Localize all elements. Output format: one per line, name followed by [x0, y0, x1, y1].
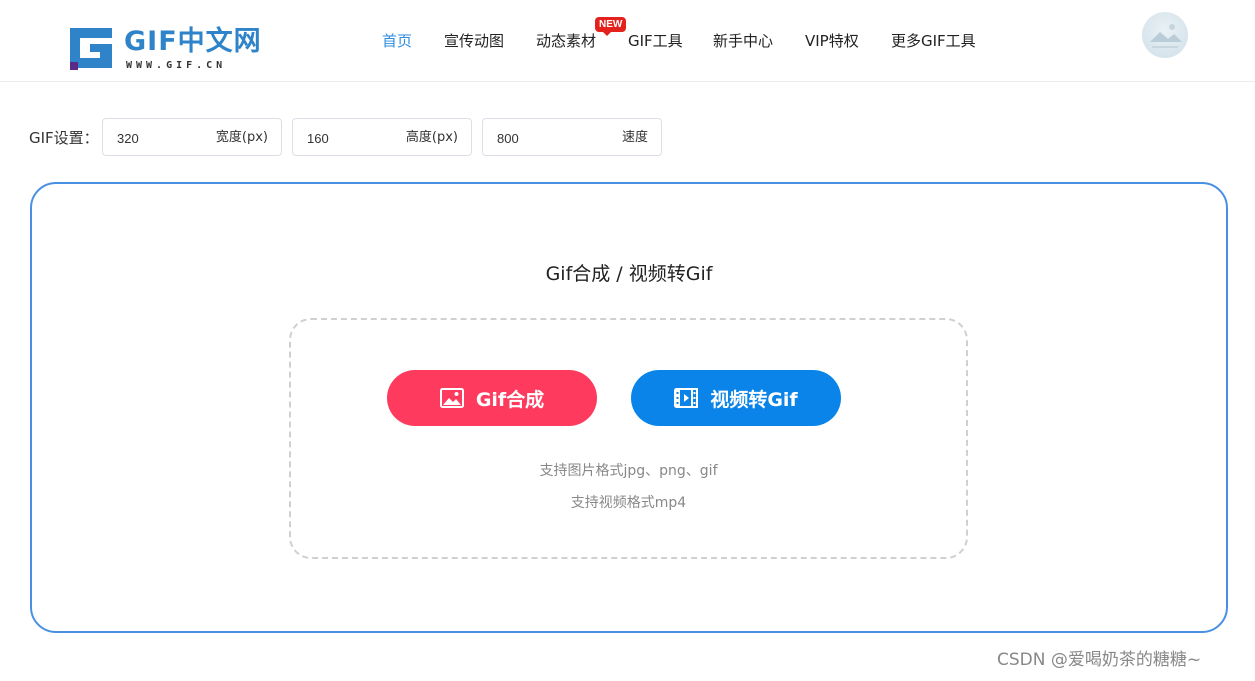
- height-input[interactable]: [307, 128, 387, 148]
- width-input[interactable]: [117, 128, 197, 148]
- nav-item-promo-gifs[interactable]: 宣传动图: [444, 31, 504, 51]
- nav-item-vip[interactable]: VIP特权: [805, 31, 859, 51]
- image-format-hint: 支持图片格式jpg、png、gif: [539, 463, 718, 479]
- width-field[interactable]: 宽度(px): [102, 118, 282, 156]
- video-to-gif-button-label: 视频转Gif: [710, 388, 798, 411]
- width-unit-label: 宽度(px): [215, 130, 268, 145]
- nav-item-gif-tools[interactable]: GIF工具: [628, 31, 683, 51]
- nav-item-dynamic-assets[interactable]: 动态素材: [536, 31, 596, 51]
- nav-item-beginner-center[interactable]: 新手中心: [713, 31, 773, 51]
- main-nav: 首页 宣传动图 动态素材 NEW GIF工具 新手中心 VIP特权 更多GIF工…: [0, 0, 1255, 82]
- avatar[interactable]: [1142, 12, 1188, 58]
- gif-maker-panel: Gif合成 / 视频转Gif Gif合成 视频转Gif 支持图片格式jpg、pn…: [30, 182, 1228, 633]
- site-header: GIF中文网 WWW.GIF.CN 首页 宣传动图 动态素材 NEW GIF工具…: [0, 0, 1255, 82]
- gif-compose-button-label: Gif合成: [475, 388, 545, 411]
- film-icon: [674, 388, 699, 408]
- height-unit-label: 高度(px): [405, 130, 458, 145]
- speed-field[interactable]: 速度: [482, 118, 662, 156]
- height-field[interactable]: 高度(px): [292, 118, 472, 156]
- nav-item-home[interactable]: 首页: [382, 31, 412, 51]
- avatar-placeholder-icon: [1150, 24, 1182, 48]
- gif-compose-button[interactable]: Gif合成: [387, 370, 597, 426]
- video-to-gif-button[interactable]: 视频转Gif: [631, 370, 841, 426]
- speed-input[interactable]: [497, 128, 577, 148]
- panel-title: Gif合成 / 视频转Gif: [545, 263, 713, 285]
- upload-dropzone[interactable]: Gif合成 视频转Gif 支持图片格式jpg、png、gif 支持视频格式mp4: [289, 318, 968, 559]
- new-badge: NEW: [595, 17, 627, 36]
- csdn-watermark: CSDN @爱喝奶茶的糖糖~: [997, 650, 1202, 670]
- video-format-hint: 支持视频格式mp4: [570, 495, 687, 511]
- nav-item-more-tools[interactable]: 更多GIF工具: [891, 31, 976, 51]
- speed-unit-label: 速度: [621, 130, 648, 145]
- image-icon: [439, 388, 464, 408]
- gif-settings-label: GIF设置：: [29, 129, 99, 147]
